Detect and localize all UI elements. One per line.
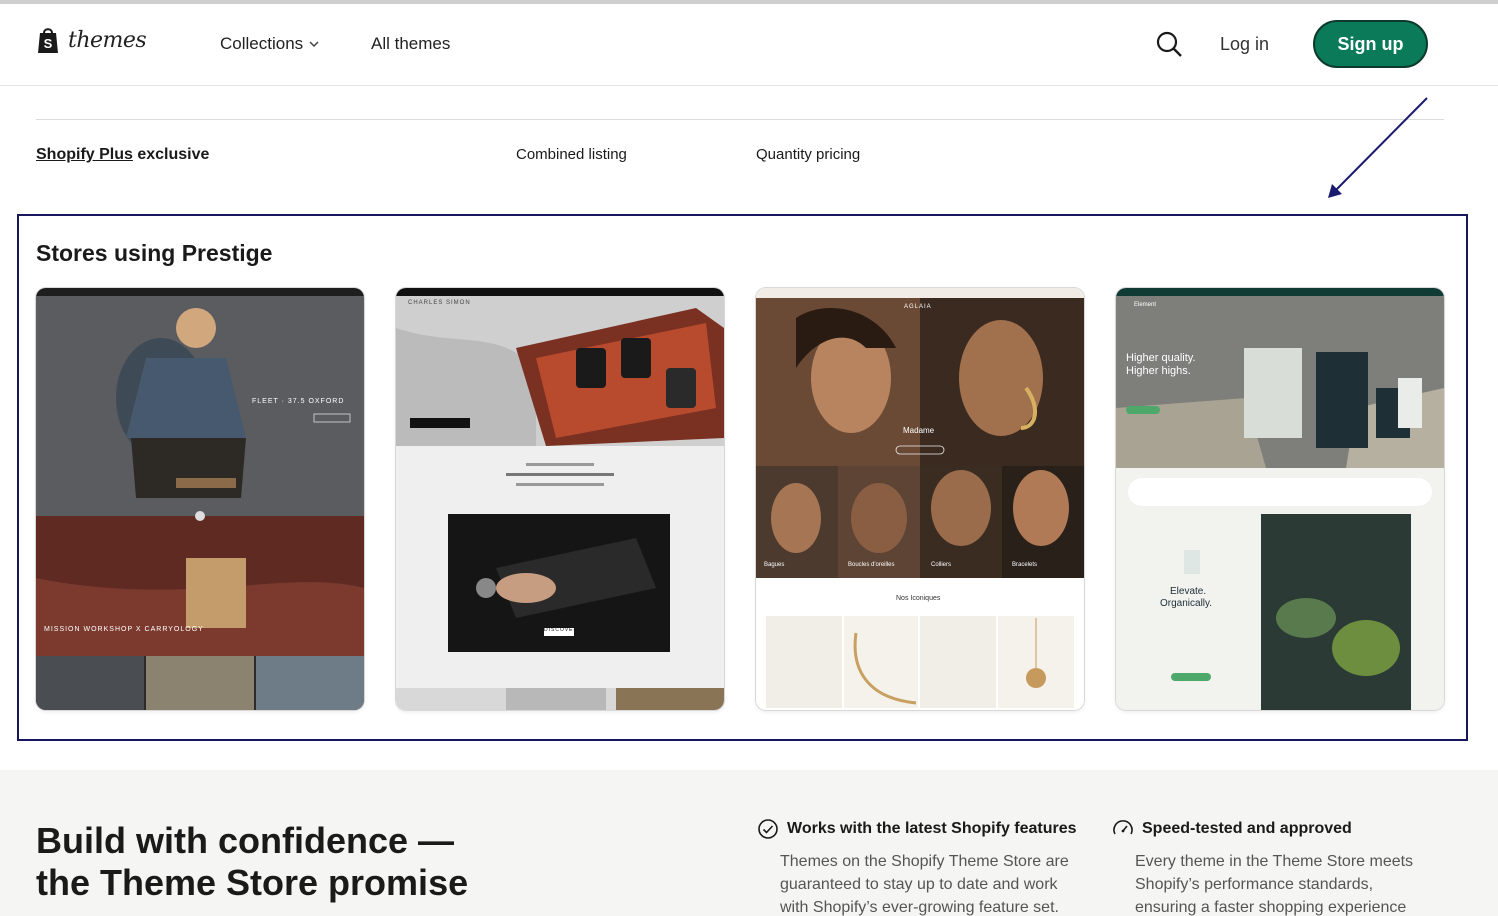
brand-name: AGLAIA [904, 304, 932, 310]
section-divider [36, 119, 1444, 120]
signup-button[interactable]: Sign up [1313, 20, 1428, 68]
promise-feature-title: Works with the latest Shopify features [787, 820, 1077, 837]
login-link[interactable]: Log in [1220, 34, 1269, 55]
promise-feature-line: Every theme in the Theme Store meets [1135, 853, 1414, 870]
store-card-4[interactable]: Element Higher quality. Higher highs. El… [1116, 288, 1444, 710]
headline-2: Higher highs. [1126, 365, 1191, 377]
svg-text:S: S [44, 36, 53, 51]
feature-combined-listing: Combined listing [516, 146, 627, 163]
search-icon[interactable] [1155, 30, 1183, 58]
check-circle-icon [758, 819, 778, 839]
category-boucles[interactable]: Boucles d'oreilles [848, 562, 895, 568]
nav-collections[interactable]: Collections [220, 34, 319, 54]
category-bracelets[interactable]: Bracelets [1012, 562, 1037, 568]
store-card-1[interactable]: FLEET · 37.5 OXFORD MISSION WORKSHOP X C… [36, 288, 364, 710]
brand-name: Element [1134, 302, 1157, 308]
nav-all-themes[interactable]: All themes [371, 34, 450, 54]
logo[interactable]: S themes [36, 26, 147, 54]
headline-1: Higher quality. [1126, 352, 1196, 364]
store-preview-image [396, 288, 724, 710]
hero-label: Madame [903, 426, 935, 435]
logo-text: themes [68, 27, 147, 53]
chevron-down-icon [309, 41, 319, 48]
feature-quantity-pricing: Quantity pricing [756, 146, 861, 163]
promise-feature-line: Themes on the Shopify Theme Store are [780, 853, 1069, 870]
feature-plus-exclusive: Shopify Plus exclusive [36, 146, 209, 164]
promise-title-line-1: Build with confidence — [36, 820, 455, 861]
brand-name: CHARLES SIMON [408, 300, 471, 306]
store-card-2[interactable]: CHARLES SIMON DISCOVER [396, 288, 724, 710]
banner-text: MISSION WORKSHOP X CARRYOLOGY [44, 626, 204, 633]
shopify-plus-link[interactable]: Shopify Plus [36, 146, 133, 163]
annotation-arrow-icon [1328, 97, 1428, 198]
cta-label: DISCOVER [544, 627, 579, 633]
feature-row: Shopify Plus exclusive Combined listing … [0, 140, 1498, 170]
promise-title-line-2: the Theme Store promise [36, 862, 469, 903]
feature-plus-suffix: exclusive [137, 146, 210, 163]
stores-title: Stores using Prestige [36, 240, 273, 266]
speedometer-icon [1113, 820, 1133, 835]
section-title: Nos Iconiques [896, 595, 941, 602]
promise-feature-speed: Speed-tested and approved Every theme in… [1112, 818, 1442, 916]
promise-feature-line: with Shopify’s ever-growing feature set. [780, 899, 1059, 916]
promise-feature-latest: Works with the latest Shopify features T… [757, 818, 1087, 916]
store-card-3[interactable]: AGLAIA Madame Bagues Boucles d'oreilles … [756, 288, 1084, 710]
tagline-2: Organically. [1160, 598, 1213, 609]
category-bagues[interactable]: Bagues [764, 562, 784, 568]
category-colliers[interactable]: Colliers [931, 562, 951, 568]
tagline-1: Elevate. [1170, 586, 1207, 597]
promise-feature-line: ensuring a faster shopping experience [1135, 899, 1407, 916]
site-header: S themes Collections All themes Log in S… [0, 4, 1498, 86]
promise-title: Build with confidence — the Theme Store … [36, 820, 556, 904]
store-preview-image [756, 288, 1084, 710]
promise-feature-line: guaranteed to stay up to date and work [780, 876, 1058, 893]
promise-feature-title: Speed-tested and approved [1142, 820, 1352, 837]
hero-text: FLEET · 37.5 OXFORD [252, 398, 345, 405]
nav-collections-label: Collections [220, 34, 304, 53]
promise-feature-line: Shopify’s performance standards, [1135, 876, 1374, 893]
store-preview-image [36, 288, 364, 710]
shopify-bag-icon: S [38, 28, 58, 53]
